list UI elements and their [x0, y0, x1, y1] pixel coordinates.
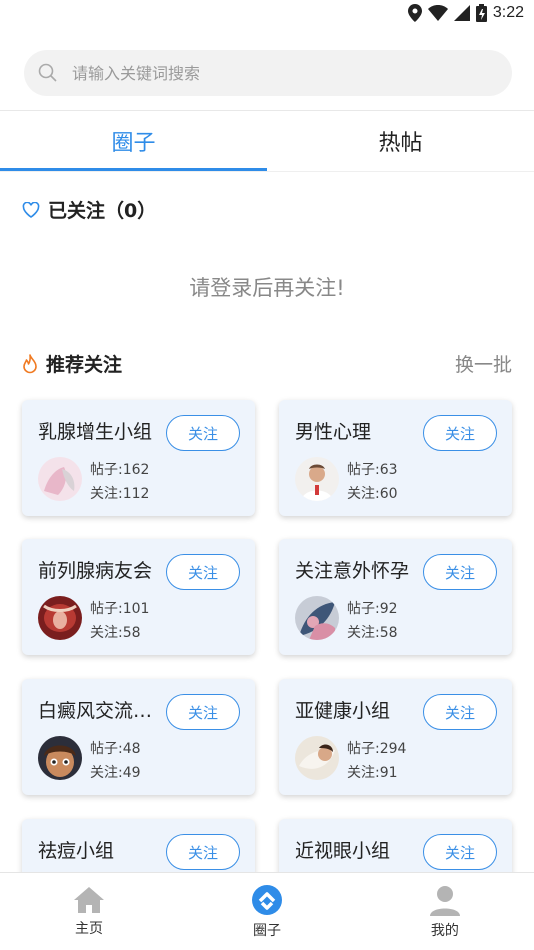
- tab-bar: 圈子 热帖: [0, 111, 534, 171]
- refresh-batch-button[interactable]: 换一批: [455, 350, 512, 377]
- follows-count: 关注:58: [347, 625, 398, 641]
- nav-circles[interactable]: 圈子: [178, 873, 356, 950]
- group-name: 白癜风交流…: [38, 700, 153, 722]
- group-avatar: [38, 736, 82, 780]
- follow-button[interactable]: 关注: [166, 415, 240, 451]
- group-avatar: [38, 457, 82, 501]
- follows-count: 关注:60: [347, 486, 398, 502]
- divider: [0, 171, 534, 172]
- follows-count: 关注:49: [90, 765, 141, 781]
- follows-count: 关注:58: [90, 625, 141, 641]
- battery-icon: [475, 4, 487, 22]
- posts-count: 帖子:162: [90, 462, 150, 478]
- bottom-nav: 主页 圈子 我的: [0, 872, 534, 950]
- circle-icon: [251, 884, 282, 915]
- search-bar[interactable]: [24, 50, 512, 96]
- group-name: 男性心理: [295, 421, 372, 443]
- nav-profile[interactable]: 我的: [356, 873, 534, 950]
- status-time: 3:22: [492, 4, 524, 21]
- group-card[interactable]: 乳腺增生小组 关注 帖子:162 关注:112: [22, 400, 255, 516]
- followed-title: 已关注（0）: [48, 200, 157, 222]
- group-card[interactable]: 亚健康小组 关注 帖子:294 关注:91: [279, 679, 512, 795]
- signal-icon: [453, 5, 470, 21]
- home-icon: [73, 886, 104, 913]
- follows-count: 关注:112: [90, 486, 150, 502]
- location-icon: [407, 4, 422, 22]
- group-name: 亚健康小组: [295, 700, 391, 722]
- follows-count: 关注:91: [347, 765, 398, 781]
- group-avatar: [295, 596, 339, 640]
- follow-button[interactable]: 关注: [166, 694, 240, 730]
- group-card[interactable]: 前列腺病友会 关注 帖子:101 关注:58: [22, 539, 255, 655]
- fire-icon: [23, 353, 37, 373]
- recommend-header: 推荐关注 换一批: [22, 350, 512, 377]
- follow-button[interactable]: 关注: [166, 834, 240, 870]
- posts-count: 帖子:294: [347, 741, 407, 757]
- wifi-icon: [427, 5, 448, 21]
- posts-count: 帖子:63: [347, 462, 398, 478]
- login-tip: 请登录后再关注!: [189, 276, 345, 300]
- group-card[interactable]: 白癜风交流… 关注 帖子:48 关注:49: [22, 679, 255, 795]
- group-card[interactable]: 男性心理 关注 帖子:63 关注:60: [279, 400, 512, 516]
- group-name: 关注意外怀孕: [295, 560, 410, 582]
- group-avatar: [295, 736, 339, 780]
- status-bar: 3:22: [0, 0, 534, 28]
- nav-profile-label: 我的: [430, 922, 459, 939]
- group-avatar: [38, 596, 82, 640]
- group-name: 祛痘小组: [38, 840, 115, 862]
- nav-home-label: 主页: [74, 920, 103, 937]
- follow-button[interactable]: 关注: [423, 554, 497, 590]
- follow-button[interactable]: 关注: [423, 834, 497, 870]
- group-avatar: [295, 457, 339, 501]
- tab-hot-posts[interactable]: 热帖: [267, 111, 534, 171]
- group-name: 乳腺增生小组: [38, 421, 153, 443]
- follow-button[interactable]: 关注: [423, 694, 497, 730]
- profile-icon: [429, 885, 460, 916]
- nav-circles-label: 圈子: [252, 922, 281, 939]
- search-icon: [38, 63, 57, 82]
- search-input[interactable]: [72, 63, 472, 83]
- followed-header: 已关注（0）: [22, 196, 156, 223]
- posts-count: 帖子:101: [90, 601, 150, 617]
- heart-icon: [22, 201, 40, 218]
- recommend-title: 推荐关注: [46, 354, 123, 376]
- follow-button[interactable]: 关注: [166, 554, 240, 590]
- group-name: 近视眼小组: [295, 840, 391, 862]
- posts-count: 帖子:48: [90, 741, 141, 757]
- group-name: 前列腺病友会: [38, 560, 153, 582]
- tab-circles[interactable]: 圈子: [0, 111, 267, 171]
- follow-button[interactable]: 关注: [423, 415, 497, 451]
- group-card[interactable]: 关注意外怀孕 关注 帖子:92 关注:58: [279, 539, 512, 655]
- nav-home[interactable]: 主页: [0, 873, 178, 950]
- posts-count: 帖子:92: [347, 601, 398, 617]
